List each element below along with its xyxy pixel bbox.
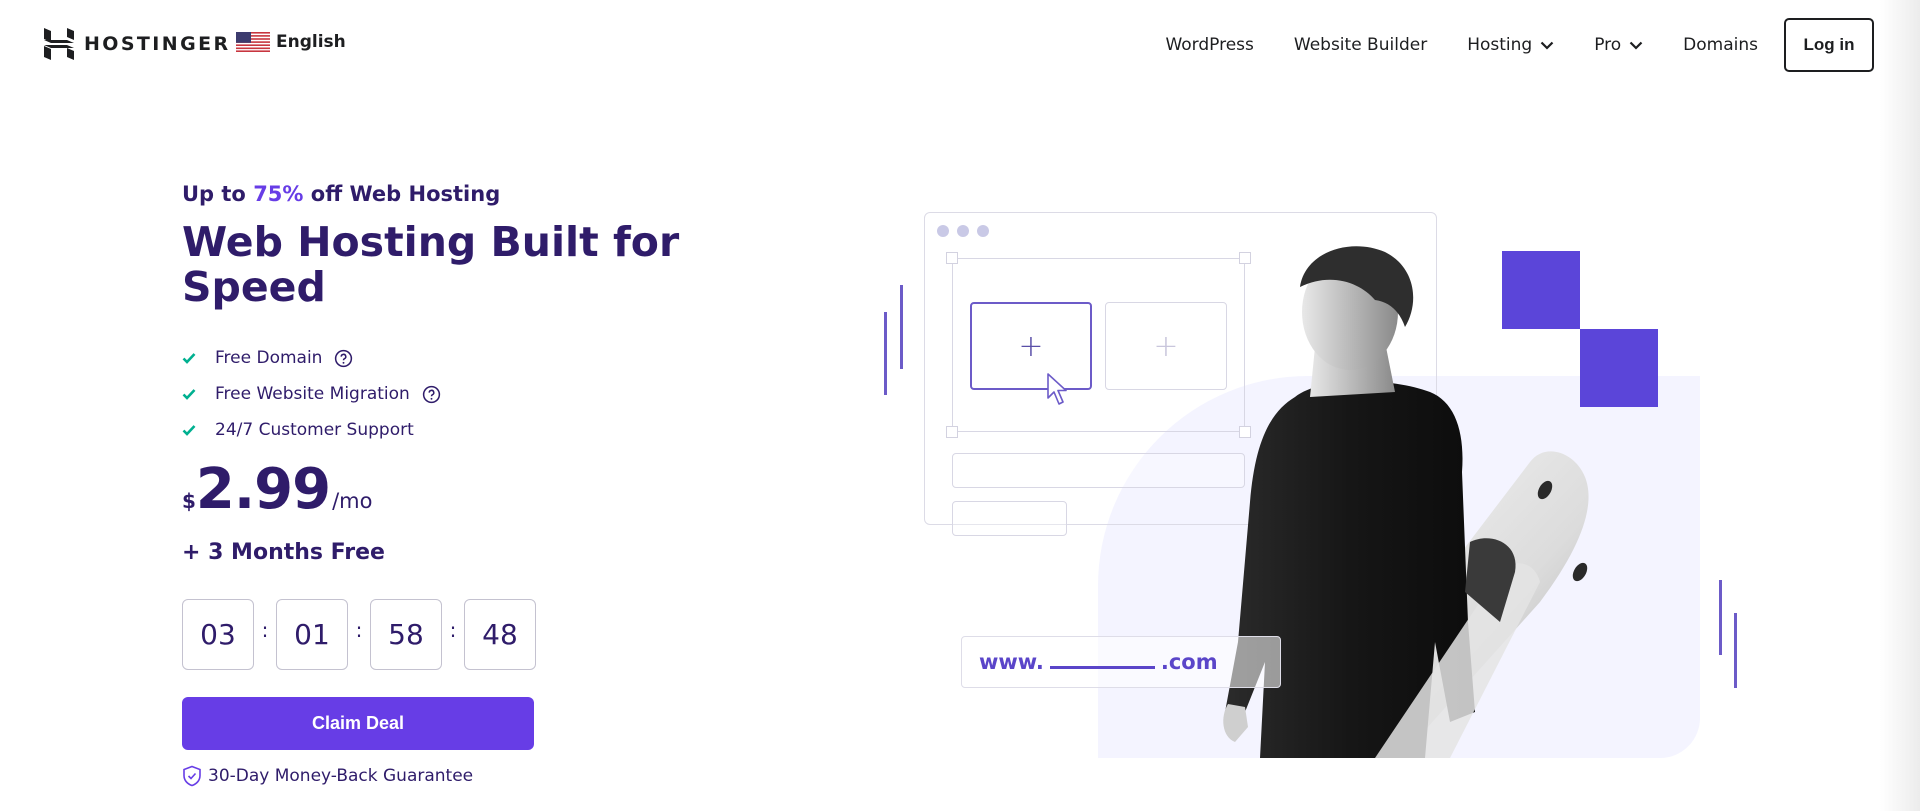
login-button[interactable]: Log in <box>1784 18 1874 72</box>
price-amount: 2.99 <box>195 457 331 522</box>
eyebrow-suffix: off Web Hosting <box>303 182 501 206</box>
decorative-line <box>1734 613 1737 688</box>
resize-handle <box>946 426 958 438</box>
domain-name-mockup: www. .com <box>961 636 1281 688</box>
nav-pro[interactable]: Pro <box>1594 35 1643 55</box>
check-icon <box>182 389 196 400</box>
window-dot-icon <box>957 225 969 237</box>
nav-wordpress[interactable]: WordPress <box>1165 35 1253 55</box>
nav-pro-label: Pro <box>1594 35 1622 55</box>
bonus-months: + 3 Months Free <box>182 540 385 565</box>
domain-suffix: .com <box>1160 650 1218 674</box>
discount-eyebrow: Up to 75% off Web Hosting <box>182 182 500 206</box>
us-flag-icon <box>236 32 270 52</box>
price-display: $ 2.99 /mo <box>182 462 372 518</box>
countdown-separator: : <box>449 617 457 642</box>
check-icon <box>182 353 196 364</box>
shield-check-icon <box>183 765 201 787</box>
hostinger-logo[interactable]: HOSTINGER <box>44 28 230 60</box>
countdown-hours: 01 <box>276 599 348 670</box>
feature-label: Free Domain <box>215 348 323 368</box>
money-back-guarantee: 30-Day Money-Back Guarantee <box>182 765 473 787</box>
check-icon <box>182 425 196 436</box>
price-period: /mo <box>332 489 373 513</box>
help-icon[interactable] <box>422 385 441 404</box>
decorative-line <box>1719 580 1722 655</box>
domain-blank-line <box>1049 665 1155 669</box>
nav-domains-label: Domains <box>1683 35 1758 55</box>
feature-item: Free Website Migration <box>182 376 441 412</box>
nav-website-builder[interactable]: Website Builder <box>1294 35 1427 55</box>
plus-icon: + <box>1018 328 1044 364</box>
language-selector[interactable]: English <box>236 32 346 52</box>
countdown-separator: : <box>355 617 363 642</box>
help-icon[interactable] <box>334 349 353 368</box>
language-label: English <box>276 32 346 52</box>
price-currency: $ <box>182 489 196 513</box>
eyebrow-prefix: Up to <box>182 182 254 206</box>
page-title: Web Hosting Built for Speed <box>182 218 680 311</box>
placeholder-bar <box>952 501 1067 536</box>
feature-label: Free Website Migration <box>215 384 410 404</box>
hostinger-logo-icon <box>44 28 74 60</box>
resize-handle <box>946 252 958 264</box>
page-edge-shadow <box>1880 0 1920 811</box>
chevron-down-icon <box>1629 41 1643 50</box>
nav-hosting-label: Hosting <box>1467 35 1533 55</box>
window-dot-icon <box>977 225 989 237</box>
site-header: HOSTINGER English WordPress Website Buil… <box>0 0 1920 88</box>
feature-item: Free Domain <box>182 340 441 376</box>
countdown-minutes: 58 <box>370 599 442 670</box>
nav-wordpress-label: WordPress <box>1165 35 1254 55</box>
nav-hosting[interactable]: Hosting <box>1467 35 1554 55</box>
countdown-timer: 03 : 01 : 58 : 48 <box>182 599 536 670</box>
decorative-line <box>884 312 887 395</box>
nav-domains[interactable]: Domains <box>1683 35 1758 55</box>
nav-website-builder-label: Website Builder <box>1293 35 1428 55</box>
mouse-cursor-icon <box>1047 373 1067 405</box>
brand-name: HOSTINGER <box>84 33 231 55</box>
plus-icon: + <box>1153 328 1179 364</box>
countdown-seconds: 48 <box>464 599 536 670</box>
decorative-line <box>900 285 903 369</box>
claim-deal-button[interactable]: Claim Deal <box>182 697 534 750</box>
countdown-separator: : <box>261 617 269 642</box>
domain-prefix: www. <box>979 650 1044 674</box>
discount-percent: 75% <box>253 182 304 206</box>
guarantee-text: 30-Day Money-Back Guarantee <box>208 766 474 786</box>
feature-label: 24/7 Customer Support <box>215 420 414 440</box>
chevron-down-icon <box>1540 41 1554 50</box>
add-block-tile-active: + <box>970 302 1092 390</box>
countdown-days: 03 <box>182 599 254 670</box>
window-dot-icon <box>937 225 949 237</box>
main-nav: WordPress Website Builder Hosting Pro Do… <box>1165 18 1874 72</box>
feature-item: 24/7 Customer Support <box>182 412 441 448</box>
feature-list: Free Domain Free Website Migration 24/7 … <box>182 340 441 448</box>
